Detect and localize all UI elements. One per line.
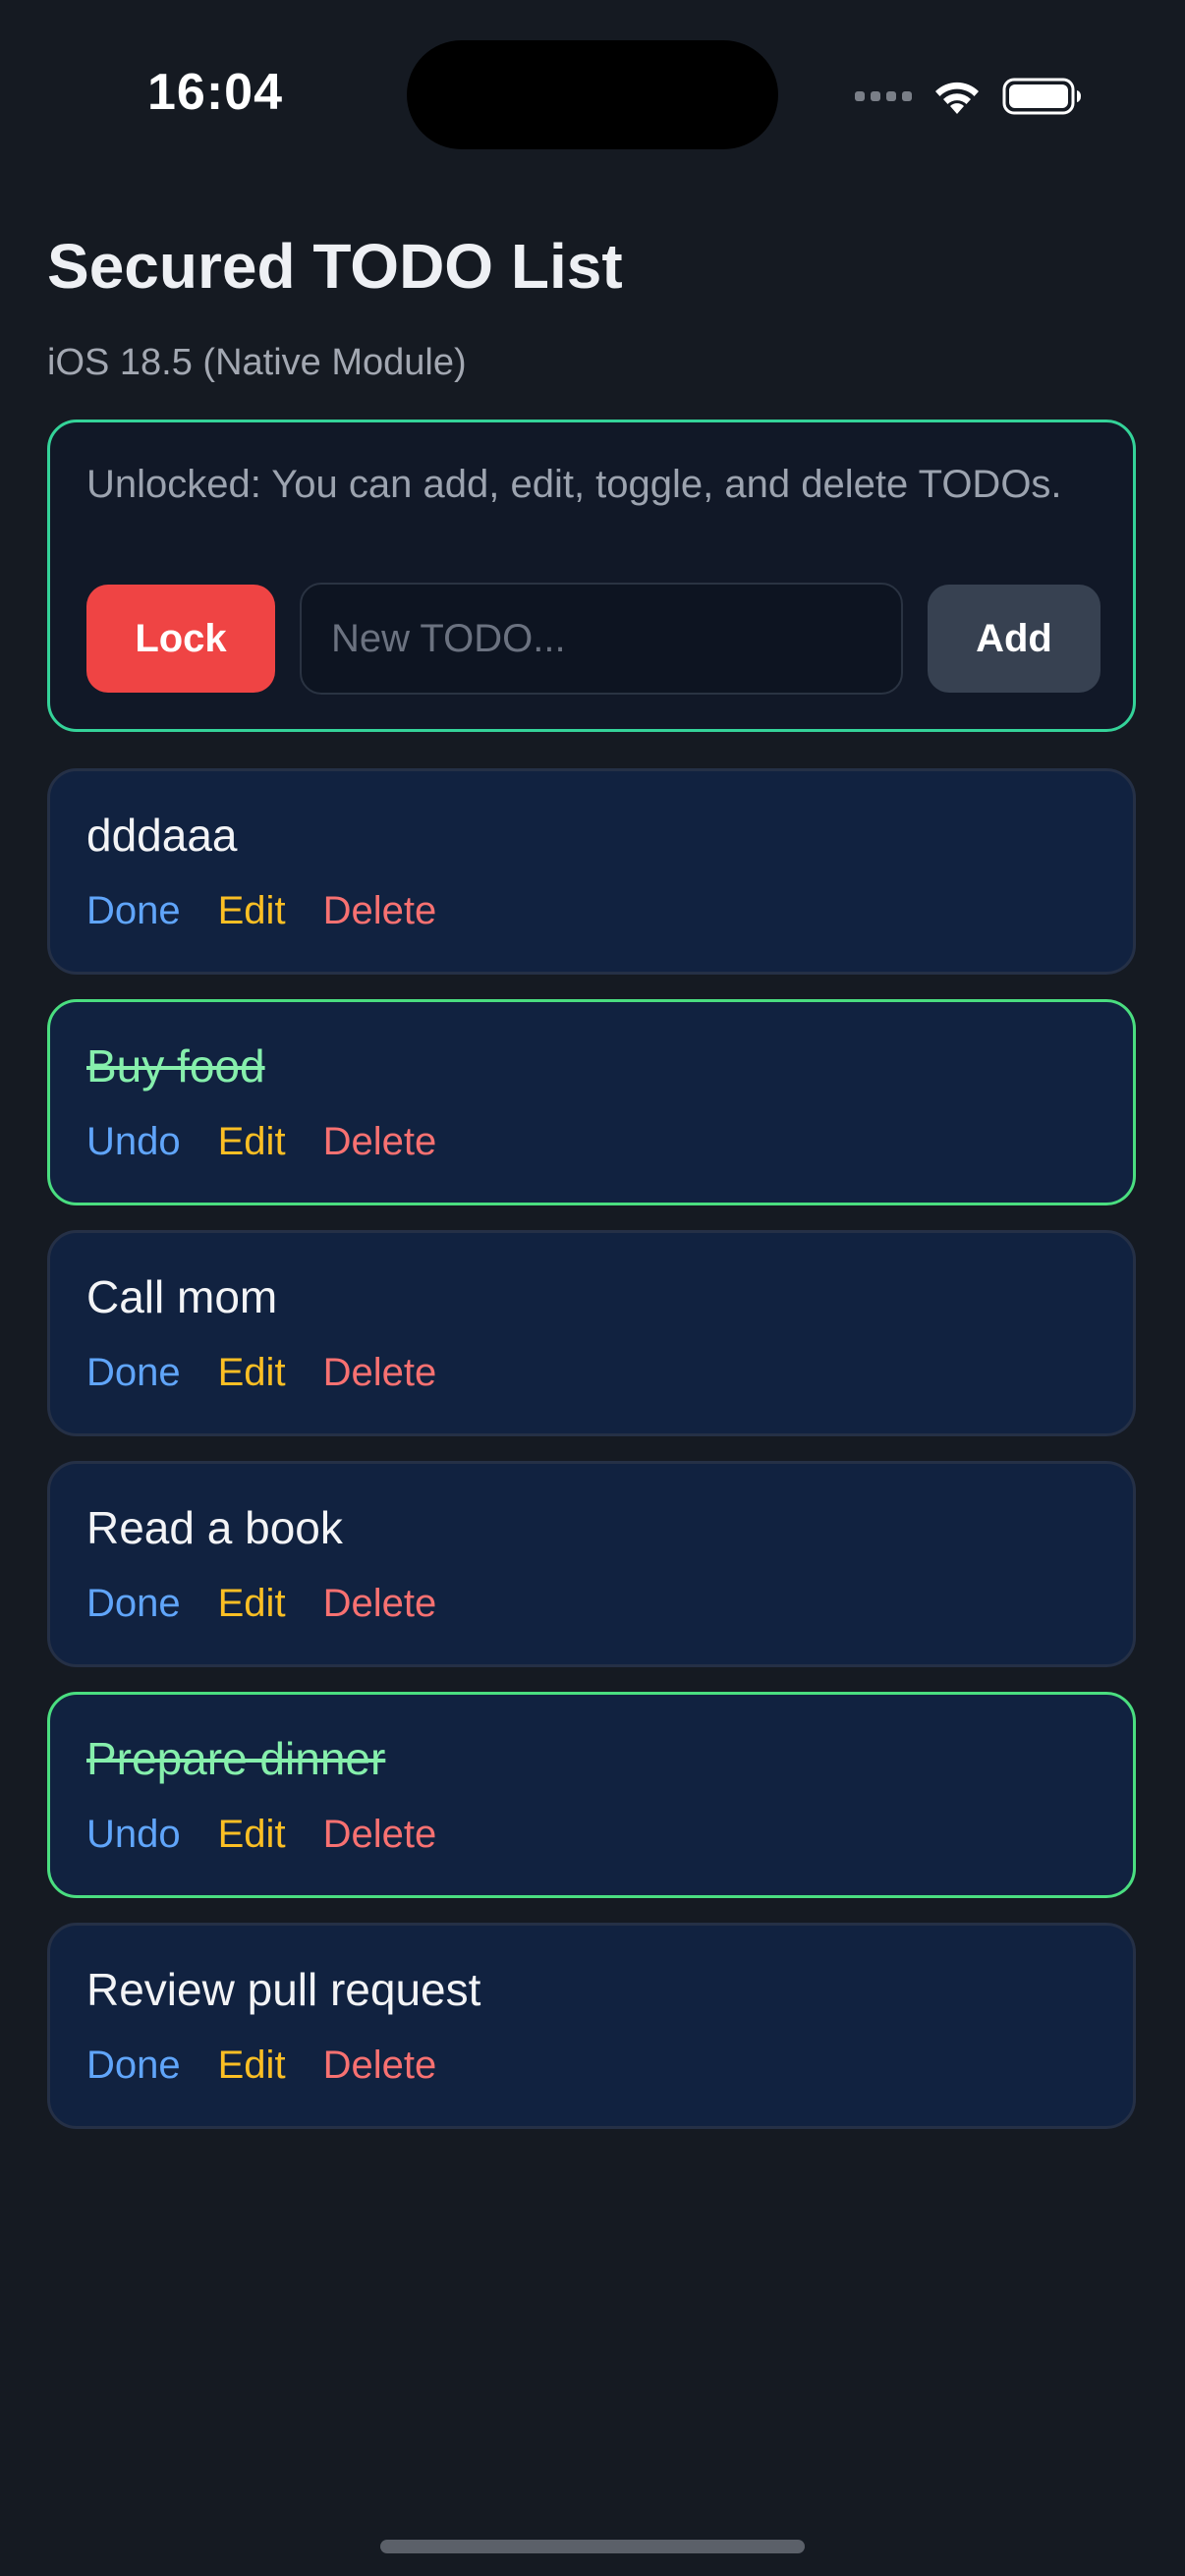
todo-actions: Done Edit Delete [86, 1351, 436, 1395]
unlock-panel: Unlocked: You can add, edit, toggle, and… [47, 420, 1136, 732]
status-icons [855, 75, 1083, 118]
todo-actions: Done Edit Delete [86, 1582, 436, 1626]
toggle-todo-button[interactable]: Done [86, 2044, 181, 2088]
todo-item: dddaaa Done Edit Delete [47, 768, 1136, 975]
new-todo-input[interactable] [300, 583, 903, 695]
delete-todo-button[interactable]: Delete [323, 889, 437, 933]
home-indicator[interactable] [380, 2540, 805, 2553]
delete-todo-button[interactable]: Delete [323, 1582, 437, 1626]
platform-subtitle: iOS 18.5 (Native Module) [47, 342, 467, 383]
todo-list: dddaaa Done Edit Delete Buy food Undo Ed… [47, 768, 1136, 2154]
toggle-todo-button[interactable]: Undo [86, 1813, 181, 1857]
delete-todo-button[interactable]: Delete [323, 2044, 437, 2088]
edit-todo-button[interactable]: Edit [218, 1120, 286, 1164]
edit-todo-button[interactable]: Edit [218, 2044, 286, 2088]
todo-text[interactable]: dddaaa [86, 809, 238, 862]
battery-icon [1002, 77, 1083, 116]
toggle-todo-button[interactable]: Undo [86, 1120, 181, 1164]
edit-todo-button[interactable]: Edit [218, 889, 286, 933]
delete-todo-button[interactable]: Delete [323, 1351, 437, 1395]
toggle-todo-button[interactable]: Done [86, 1351, 181, 1395]
status-time: 16:04 [147, 64, 283, 121]
todo-text[interactable]: Call mom [86, 1270, 277, 1323]
todo-actions: Done Edit Delete [86, 2044, 436, 2088]
page-title: Secured TODO List [47, 231, 623, 302]
todo-actions: Undo Edit Delete [86, 1120, 436, 1164]
unlock-status-message: Unlocked: You can add, edit, toggle, and… [86, 463, 1062, 506]
edit-todo-button[interactable]: Edit [218, 1813, 286, 1857]
todo-actions: Done Edit Delete [86, 889, 436, 933]
todo-item: Buy food Undo Edit Delete [47, 999, 1136, 1205]
status-bar: 16:04 [0, 0, 1185, 157]
wifi-icon [931, 77, 983, 116]
dynamic-island [407, 40, 778, 149]
todo-item: Read a book Done Edit Delete [47, 1461, 1136, 1667]
todo-item: Prepare dinner Undo Edit Delete [47, 1692, 1136, 1898]
delete-todo-button[interactable]: Delete [323, 1120, 437, 1164]
edit-todo-button[interactable]: Edit [218, 1351, 286, 1395]
todo-actions: Undo Edit Delete [86, 1813, 436, 1857]
todo-text[interactable]: Buy food [86, 1039, 265, 1092]
signal-icon [855, 91, 912, 101]
toggle-todo-button[interactable]: Done [86, 889, 181, 933]
todo-item: Call mom Done Edit Delete [47, 1230, 1136, 1436]
add-todo-button[interactable]: Add [928, 585, 1100, 693]
todo-item: Review pull request Done Edit Delete [47, 1923, 1136, 2129]
lock-button[interactable]: Lock [86, 585, 275, 693]
todo-text[interactable]: Prepare dinner [86, 1732, 385, 1785]
app-screen: 16:04 Secured TODO List iOS 18.5 (Native… [0, 0, 1185, 2576]
todo-text[interactable]: Review pull request [86, 1963, 480, 2016]
delete-todo-button[interactable]: Delete [323, 1813, 437, 1857]
edit-todo-button[interactable]: Edit [218, 1582, 286, 1626]
todo-text[interactable]: Read a book [86, 1501, 343, 1554]
toggle-todo-button[interactable]: Done [86, 1582, 181, 1626]
